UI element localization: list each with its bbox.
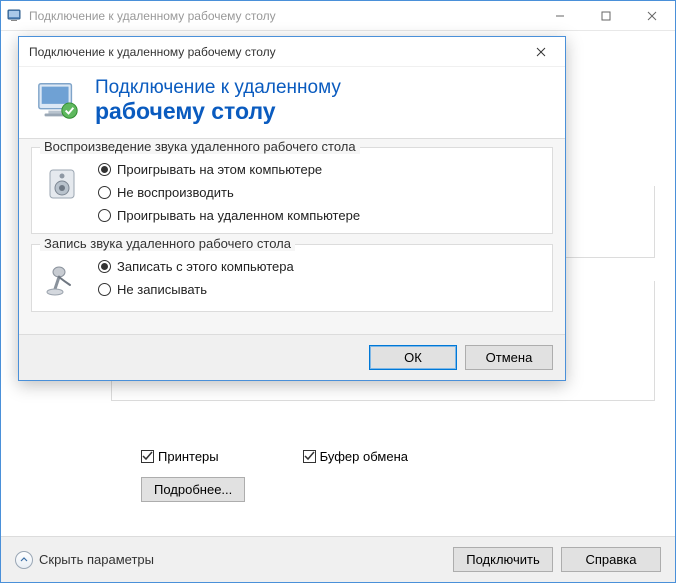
- playback-group: Воспроизведение звука удаленного рабочег…: [31, 147, 553, 234]
- banner-line2: рабочему столу: [95, 99, 341, 124]
- radio-label: Не воспроизводить: [117, 185, 234, 200]
- close-button[interactable]: [629, 1, 675, 31]
- dialog-titlebar: Подключение к удаленному рабочему столу: [19, 37, 565, 67]
- dialog-title: Подключение к удаленному рабочему столу: [29, 45, 527, 59]
- playback-legend: Воспроизведение звука удаленного рабочег…: [40, 139, 360, 154]
- radio-icon: [98, 163, 111, 176]
- help-button[interactable]: Справка: [561, 547, 661, 572]
- parent-titlebar: Подключение к удаленному рабочему столу: [1, 1, 675, 31]
- local-resources-checkrow: Принтеры Буфер обмена: [141, 449, 408, 464]
- playback-local-radio[interactable]: Проигрывать на этом компьютере: [98, 162, 360, 177]
- dialog-button-row: ОК Отмена: [19, 334, 565, 380]
- radio-icon: [98, 186, 111, 199]
- speaker-icon: [44, 164, 84, 204]
- clipboard-checkbox[interactable]: Буфер обмена: [303, 449, 408, 464]
- connect-button[interactable]: Подключить: [453, 547, 553, 572]
- radio-label: Записать с этого компьютера: [117, 259, 294, 274]
- playback-none-radio[interactable]: Не воспроизводить: [98, 185, 360, 200]
- record-radios: Записать с этого компьютера Не записыват…: [98, 259, 294, 301]
- record-group: Запись звука удаленного рабочего стола З…: [31, 244, 553, 312]
- clipboard-label: Буфер обмена: [320, 449, 408, 464]
- checkbox-icon: [303, 450, 316, 463]
- rdp-banner-icon: [35, 78, 81, 124]
- radio-icon: [98, 260, 111, 273]
- banner-text: Подключение к удаленному рабочему столу: [95, 77, 341, 124]
- dialog-content: Воспроизведение звука удаленного рабочег…: [19, 139, 565, 334]
- printers-label: Принтеры: [158, 449, 219, 464]
- details-button[interactable]: Подробнее...: [141, 477, 245, 502]
- dialog-close-button[interactable]: [527, 41, 555, 63]
- radio-label: Не записывать: [117, 282, 207, 297]
- radio-icon: [98, 283, 111, 296]
- radio-icon: [98, 209, 111, 222]
- record-legend: Запись звука удаленного рабочего стола: [40, 236, 295, 251]
- bottom-bar: Скрыть параметры Подключить Справка: [1, 536, 675, 582]
- playback-remote-radio[interactable]: Проигрывать на удаленном компьютере: [98, 208, 360, 223]
- hide-options-toggle[interactable]: Скрыть параметры: [15, 551, 154, 569]
- radio-label: Проигрывать на этом компьютере: [117, 162, 322, 177]
- chevron-up-icon: [15, 551, 33, 569]
- rdp-app-icon: [7, 8, 23, 24]
- playback-radios: Проигрывать на этом компьютере Не воспро…: [98, 162, 360, 223]
- audio-settings-dialog: Подключение к удаленному рабочему столу …: [18, 36, 566, 381]
- minimize-button[interactable]: [537, 1, 583, 31]
- window-controls: [537, 1, 675, 31]
- cancel-button[interactable]: Отмена: [465, 345, 553, 370]
- microphone-icon: [44, 261, 84, 301]
- banner-line1: Подключение к удаленному: [95, 77, 341, 99]
- hide-options-label: Скрыть параметры: [39, 552, 154, 567]
- ok-button[interactable]: ОК: [369, 345, 457, 370]
- radio-label: Проигрывать на удаленном компьютере: [117, 208, 360, 223]
- dialog-banner: Подключение к удаленному рабочему столу: [19, 67, 565, 139]
- record-local-radio[interactable]: Записать с этого компьютера: [98, 259, 294, 274]
- checkbox-icon: [141, 450, 154, 463]
- parent-window-title: Подключение к удаленному рабочему столу: [29, 9, 537, 23]
- printers-checkbox[interactable]: Принтеры: [141, 449, 219, 464]
- maximize-button[interactable]: [583, 1, 629, 31]
- record-none-radio[interactable]: Не записывать: [98, 282, 294, 297]
